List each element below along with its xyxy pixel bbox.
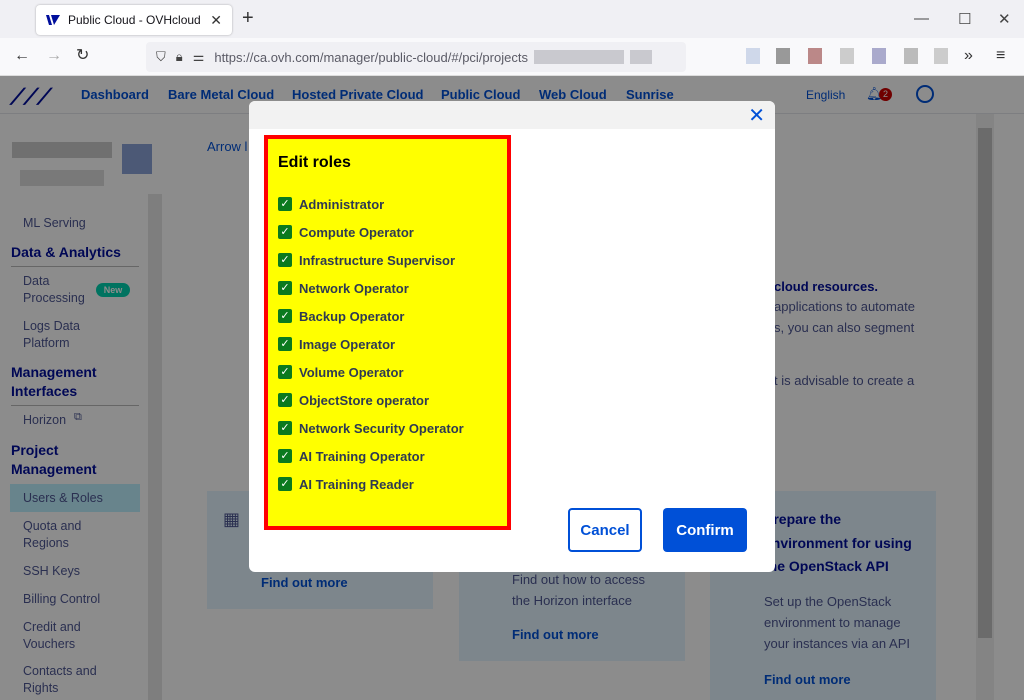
role-checkbox[interactable]: ✓ [278, 337, 292, 351]
shield-icon: ⛉ [156, 49, 166, 64]
modal-header: ✕ [249, 101, 775, 129]
role-label: Compute Operator [299, 224, 414, 240]
confirm-button[interactable]: Confirm [663, 508, 747, 552]
redacted-block [629, 50, 652, 64]
close-tab-icon[interactable]: ✕ [210, 12, 222, 29]
role-label: AI Training Reader [299, 476, 414, 492]
role-label: Backup Operator [299, 308, 405, 324]
browser-tabbar: Public Cloud - OVHcloud ✕ + — ☐ ✕ [0, 0, 1024, 38]
role-checkbox[interactable]: ✓ [278, 365, 292, 379]
role-checkbox[interactable]: ✓ [278, 197, 292, 211]
role-label: Network Security Operator [299, 420, 464, 436]
close-window-icon[interactable]: ✕ [998, 10, 1011, 28]
extension-icon[interactable] [808, 48, 822, 64]
forward-icon[interactable]: → [46, 47, 62, 65]
role-option[interactable]: ✓ Network Security Operator [278, 419, 464, 437]
role-label: Volume Operator [299, 364, 404, 380]
browser-navbar: ← → ↻ ⛉ 🔒︎ ⚌ https://ca.ovh.com/manager/… [0, 38, 1024, 76]
role-checkbox[interactable]: ✓ [278, 421, 292, 435]
role-label: Image Operator [299, 336, 396, 352]
roles-highlight-box: Edit roles ✓ Administrator ✓ Compute Operat… [264, 135, 511, 530]
role-option[interactable]: ✓ Administrator [278, 195, 384, 213]
new-tab-icon[interactable]: + [242, 8, 254, 28]
extension-icon[interactable] [904, 48, 918, 64]
role-option[interactable]: ✓ Backup Operator [278, 307, 404, 325]
role-option[interactable]: ✓ Compute Operator [278, 223, 414, 241]
role-option[interactable]: ✓ AI Training Operator [278, 447, 425, 465]
role-checkbox[interactable]: ✓ [278, 281, 292, 295]
cancel-button[interactable]: Cancel [568, 508, 642, 552]
ovh-favicon-icon [46, 15, 60, 25]
minimize-icon[interactable]: — [914, 10, 929, 27]
role-checkbox[interactable]: ✓ [278, 225, 292, 239]
lock-icon: 🔒︎ [175, 49, 183, 64]
role-label: Administrator [299, 196, 385, 212]
browser-tab[interactable]: Public Cloud - OVHcloud ✕ [36, 5, 232, 35]
extension-icon[interactable] [872, 48, 886, 64]
back-icon[interactable]: ← [14, 47, 30, 65]
role-checkbox[interactable]: ✓ [278, 449, 292, 463]
reload-icon[interactable]: ↻ [76, 47, 89, 65]
modal-title: Edit roles [278, 154, 351, 171]
edit-roles-modal: ✕ Edit roles ✓ Administrator ✓ Compute Oper… [249, 101, 775, 572]
extension-icon[interactable] [934, 48, 948, 64]
role-option[interactable]: ✓ Infrastructure Supervisor [278, 251, 455, 269]
tab-title: Public Cloud - OVHcloud [68, 13, 201, 27]
extension-icon[interactable] [840, 48, 854, 64]
role-label: Infrastructure Supervisor [299, 252, 456, 268]
close-icon[interactable]: ✕ [748, 103, 765, 128]
role-option[interactable]: ✓ Volume Operator [278, 363, 404, 381]
role-checkbox[interactable]: ✓ [278, 253, 292, 267]
role-checkbox[interactable]: ✓ [278, 477, 292, 491]
role-option[interactable]: ✓ Network Operator [278, 279, 409, 297]
role-label: Network Operator [299, 280, 409, 296]
menu-icon[interactable]: ≡ [996, 47, 1005, 65]
role-label: AI Training Operator [299, 448, 425, 464]
url-bar[interactable]: ⛉ 🔒︎ ⚌ https://ca.ovh.com/manager/public… [146, 42, 686, 72]
role-checkbox[interactable]: ✓ [278, 393, 292, 407]
role-label: ObjectStore operator [299, 392, 430, 408]
extension-icon[interactable] [776, 48, 790, 64]
role-option[interactable]: ✓ ObjectStore operator [278, 391, 429, 409]
role-option[interactable]: ✓ AI Training Reader [278, 475, 414, 493]
redacted-block [533, 50, 624, 64]
role-checkbox[interactable]: ✓ [278, 309, 292, 323]
permissions-icon: ⚌ [192, 49, 205, 64]
role-option[interactable]: ✓ Image Operator [278, 335, 395, 353]
maximize-icon[interactable]: ☐ [958, 10, 971, 28]
extension-icon[interactable] [746, 48, 760, 64]
url-text: https://ca.ovh.com/manager/public-cloud/… [214, 49, 528, 65]
overflow-chevron-icon[interactable]: » [964, 47, 973, 65]
